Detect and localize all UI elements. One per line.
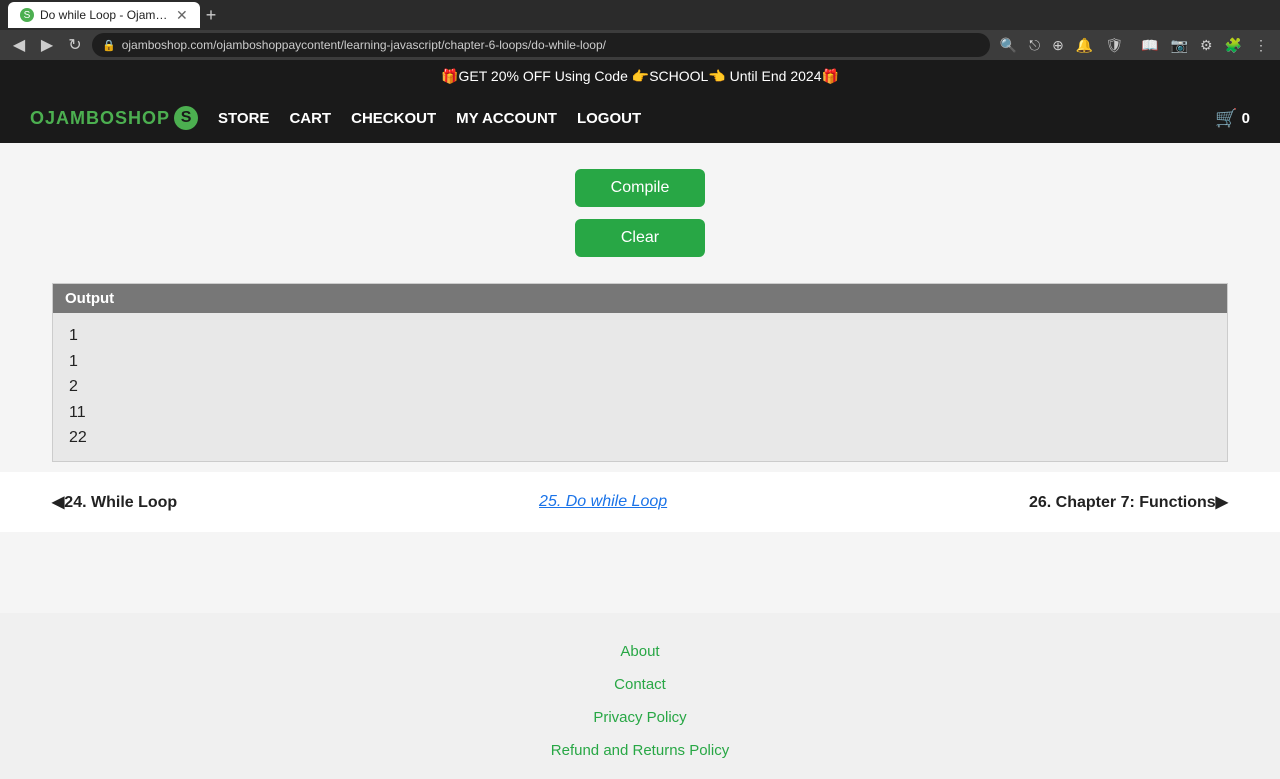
nav-cart-icon[interactable]: 🛒 0: [1215, 108, 1250, 129]
rss-icon[interactable]: ⊕: [1048, 35, 1068, 56]
lock-icon: 🔒: [102, 39, 116, 52]
menu-icon[interactable]: ⋮: [1250, 35, 1272, 56]
reading-list-icon[interactable]: 📖: [1137, 35, 1162, 56]
page-navigation: ◀24. While Loop 25. Do while Loop 26. Ch…: [0, 472, 1280, 532]
forward-button[interactable]: ▶: [36, 34, 58, 56]
cart-count: 0: [1242, 110, 1250, 127]
nav-my-account[interactable]: MY ACCOUNT: [456, 110, 557, 127]
notification-icon[interactable]: 🔔: [1072, 35, 1097, 56]
address-bar[interactable]: 🔒 ojamboshop.com/ojamboshoppaycontent/le…: [92, 33, 990, 57]
back-button[interactable]: ◀: [8, 34, 30, 56]
footer-privacy[interactable]: Privacy Policy: [593, 709, 686, 726]
output-body: 1121122: [53, 313, 1227, 461]
search-icon[interactable]: 🔍: [996, 35, 1021, 56]
next-page-link[interactable]: 26. Chapter 7: Functions▶: [1029, 492, 1228, 512]
nav-logout[interactable]: LOGOUT: [577, 110, 641, 127]
footer-about[interactable]: About: [620, 643, 659, 660]
code-area: Compile Clear: [0, 143, 1280, 273]
main-nav: OJAMBOSHOP S STORE CART CHECKOUT MY ACCO…: [0, 93, 1280, 143]
promo-banner: 🎁GET 20% OFF Using Code 👉SCHOOL👈 Until E…: [0, 60, 1280, 93]
output-header: Output: [53, 284, 1227, 313]
output-line: 1: [69, 349, 1211, 375]
tab-favicon: S: [20, 8, 34, 22]
browser-tab[interactable]: S Do while Loop - OjamboSh... ✕: [8, 2, 200, 28]
settings-icon[interactable]: ⚙: [1196, 35, 1217, 56]
share-icon[interactable]: ⎋: [1025, 35, 1044, 56]
output-line: 1: [69, 323, 1211, 349]
output-line: 11: [69, 400, 1211, 426]
prev-page-link[interactable]: ◀24. While Loop: [52, 492, 177, 512]
compile-button[interactable]: Compile: [575, 169, 705, 207]
tab-close-icon[interactable]: ✕: [176, 7, 188, 24]
logo-s-badge: S: [174, 106, 198, 130]
screenshot-icon[interactable]: 📷: [1167, 35, 1192, 56]
new-tab-button[interactable]: +: [200, 5, 223, 26]
footer-refund[interactable]: Refund and Returns Policy: [551, 742, 729, 759]
reload-button[interactable]: ↻: [64, 34, 86, 56]
cart-icon: 🛒: [1215, 108, 1237, 129]
main-content: Compile Clear Output 1121122 ◀24. While …: [0, 143, 1280, 613]
logo-text: OJAMBOSHOP: [30, 108, 170, 129]
browser-tab-bar: S Do while Loop - OjamboSh... ✕ +: [0, 0, 1280, 30]
logo-link[interactable]: OJAMBOSHOP S: [30, 106, 198, 130]
tab-title: Do while Loop - OjamboSh...: [40, 8, 170, 22]
browser-action-icons: 🔍 ⎋ ⊕ 🔔 🛡: [996, 35, 1127, 56]
promo-text: 🎁GET 20% OFF Using Code 👉SCHOOL👈 Until E…: [441, 68, 839, 84]
browser-nav-bar: ◀ ▶ ↻ 🔒 ojamboshop.com/ojamboshoppaycont…: [0, 30, 1280, 60]
nav-cart[interactable]: CART: [289, 110, 331, 127]
nav-store[interactable]: STORE: [218, 110, 269, 127]
clear-button[interactable]: Clear: [575, 219, 705, 257]
output-line: 2: [69, 374, 1211, 400]
extension-icon[interactable]: 🛡: [1101, 35, 1127, 56]
footer: About Contact Privacy Policy Refund and …: [0, 613, 1280, 779]
address-url: ojamboshop.com/ojamboshoppaycontent/lear…: [122, 38, 606, 52]
browser-controls: 📖 📷 ⚙ 🧩 ⋮: [1137, 35, 1272, 56]
nav-links: STORE CART CHECKOUT MY ACCOUNT LOGOUT: [218, 110, 1195, 127]
extensions-icon[interactable]: 🧩: [1221, 35, 1246, 56]
current-page-link[interactable]: 25. Do while Loop: [539, 493, 667, 511]
browser-chrome: S Do while Loop - OjamboSh... ✕ + ◀ ▶ ↻ …: [0, 0, 1280, 60]
output-section: Output 1121122: [52, 283, 1228, 462]
nav-checkout[interactable]: CHECKOUT: [351, 110, 436, 127]
output-line: 22: [69, 425, 1211, 451]
footer-contact[interactable]: Contact: [614, 676, 666, 693]
